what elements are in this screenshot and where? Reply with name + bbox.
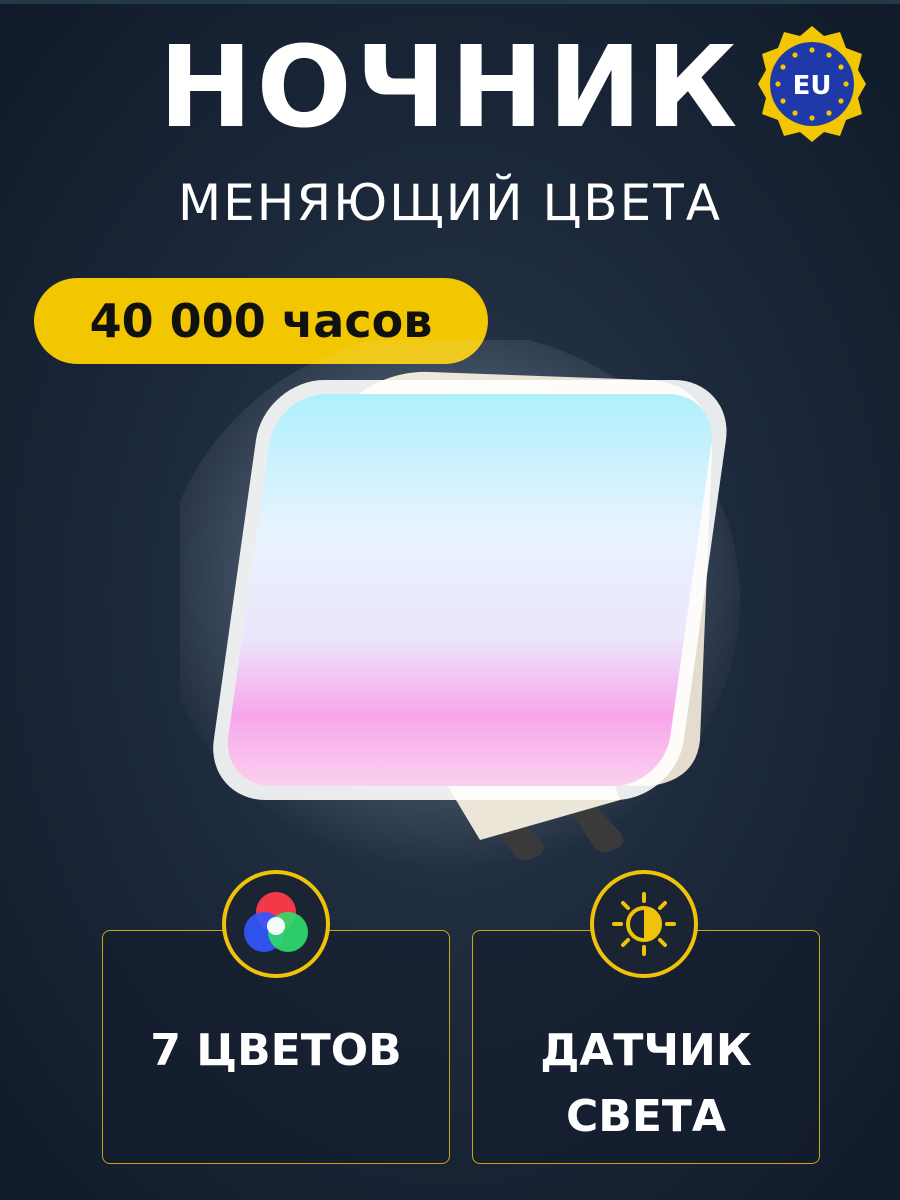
page-subtitle: МЕНЯЮЩИЙ ЦВЕТА [178,174,722,232]
eu-badge-icon: EU [758,26,866,142]
top-border-line [0,0,900,4]
sun-sensor-icon [590,870,698,978]
feature-sensor-label-line2: СВЕТА [566,1091,726,1142]
feature-sensor-label-line1: ДАТЧИК [540,1025,752,1076]
eu-badge-label: EU [793,71,832,101]
feature-colors-label: 7 ЦВЕТОВ [150,1025,402,1076]
night-light-product-image [180,340,740,870]
rgb-circles-icon [222,870,330,978]
